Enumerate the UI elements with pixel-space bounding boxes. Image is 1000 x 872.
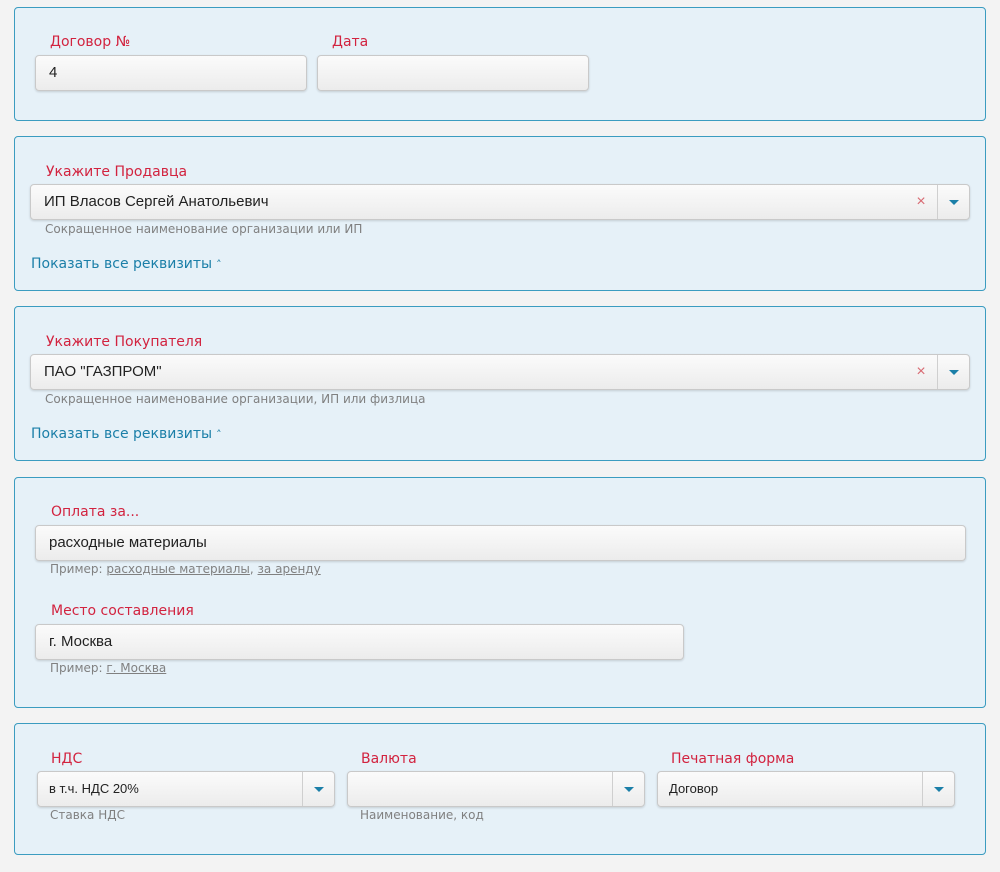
seller-clear-icon[interactable]: × (909, 185, 933, 219)
print-form-label: Печатная форма (671, 751, 795, 767)
seller-dropdown-arrow-icon[interactable] (937, 185, 969, 219)
seller-show-details-text: Показать все реквизиты (31, 256, 213, 272)
seller-value: ИП Власов Сергей Анатольевич (44, 193, 269, 210)
print-form-dropdown-arrow-icon[interactable] (922, 772, 954, 806)
buyer-panel: Укажите Покупателя ПАО "ГАЗПРОМ" × Сокра… (14, 306, 986, 461)
print-form-value: Договор (669, 781, 719, 796)
buyer-clear-icon[interactable]: × (909, 355, 933, 389)
buyer-show-details-link[interactable]: Показать все реквизиты ˄ (31, 426, 222, 442)
currency-help: Наименование, код (360, 808, 484, 822)
seller-help: Сокращенное наименование организации или… (45, 222, 363, 236)
currency-select[interactable] (347, 771, 645, 807)
seller-panel: Укажите Продавца ИП Власов Сергей Анатол… (14, 136, 986, 291)
vat-label: НДС (51, 751, 83, 767)
chevron-up-icon: ˄ (216, 258, 222, 271)
contract-number-label: Договор № (50, 34, 131, 50)
place-help: Пример: г. Москва (50, 661, 166, 675)
options-panel: НДС в т.ч. НДС 20% Ставка НДС Валюта Наи… (14, 723, 986, 855)
vat-help: Ставка НДС (50, 808, 125, 822)
buyer-value: ПАО "ГАЗПРОМ" (44, 363, 162, 380)
payment-example-1[interactable]: расходные материалы (106, 562, 250, 576)
payment-panel: Оплата за... расходные материалы Пример:… (14, 477, 986, 708)
print-form-select[interactable]: Договор (657, 771, 955, 807)
seller-select[interactable]: ИП Власов Сергей Анатольевич × (30, 184, 970, 220)
chevron-up-icon: ˄ (216, 428, 222, 441)
place-example-1[interactable]: г. Москва (106, 661, 166, 675)
vat-select[interactable]: в т.ч. НДС 20% (37, 771, 335, 807)
payment-input[interactable]: расходные материалы (35, 525, 966, 561)
buyer-show-details-text: Показать все реквизиты (31, 426, 213, 442)
contract-panel: Договор № 4 Дата (14, 7, 986, 121)
vat-dropdown-arrow-icon[interactable] (302, 772, 334, 806)
seller-label: Укажите Продавца (46, 164, 188, 180)
place-label: Место составления (51, 603, 194, 619)
buyer-dropdown-arrow-icon[interactable] (937, 355, 969, 389)
vat-value: в т.ч. НДС 20% (49, 781, 139, 796)
payment-example-2[interactable]: за аренду (258, 562, 321, 576)
currency-label: Валюта (361, 751, 417, 767)
payment-help-prefix: Пример: (50, 562, 103, 576)
place-input[interactable]: г. Москва (35, 624, 684, 660)
currency-dropdown-arrow-icon[interactable] (612, 772, 644, 806)
buyer-select[interactable]: ПАО "ГАЗПРОМ" × (30, 354, 970, 390)
payment-help: Пример: расходные материалы, за аренду (50, 562, 321, 576)
contract-number-input[interactable]: 4 (35, 55, 307, 91)
date-input[interactable] (317, 55, 589, 91)
buyer-label: Укажите Покупателя (46, 334, 203, 350)
date-label: Дата (332, 34, 369, 50)
payment-label: Оплата за... (51, 504, 140, 520)
buyer-help: Сокращенное наименование организации, ИП… (45, 392, 426, 406)
seller-show-details-link[interactable]: Показать все реквизиты ˄ (31, 256, 222, 272)
place-help-prefix: Пример: (50, 661, 103, 675)
